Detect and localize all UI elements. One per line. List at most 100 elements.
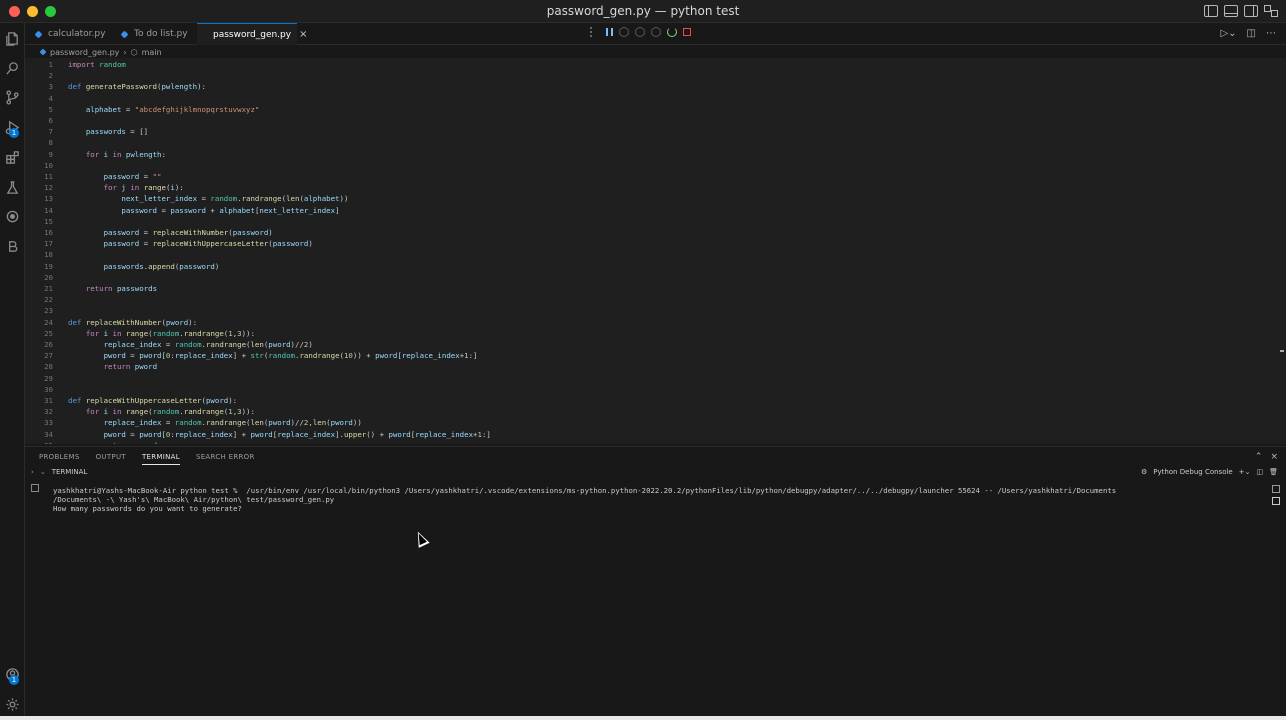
code-text: alphabet = "abcdefghijklmnopqrstuvwxyz" [85,104,260,114]
tab-calculator[interactable]: calculator.py [25,23,111,45]
terminal-decoration-icon[interactable] [31,484,39,492]
code-editor[interactable]: 1 import random 2 3 def generatePassword(pwl… [25,58,1286,444]
code-text: for i in pwlength: [85,149,166,159]
code-line[interactable]: 35 return pword [25,440,1286,444]
stop-icon[interactable] [683,28,691,36]
code-line[interactable]: 8 [25,137,1286,148]
extensions-icon[interactable] [5,150,20,165]
close-tab-icon[interactable]: × [299,29,307,40]
terminal-section-label: TERMINAL [51,468,88,476]
code-line[interactable]: 19 passwords.append(password) [25,261,1286,272]
code-line[interactable]: 22 [25,294,1286,305]
code-line[interactable]: 13 next_letter_index = random.randrange(… [25,193,1286,204]
code-line[interactable]: 24 def replaceWithNumber(pword): [25,317,1286,328]
tab-search-error[interactable]: SEARCH ERROR [196,453,255,465]
code-line[interactable]: 17 password = replaceWithUppercaseLetter… [25,238,1286,249]
maximize-panel-icon[interactable]: ⌃ [1255,452,1263,462]
line-number: 21 [44,284,53,293]
code-line[interactable]: 12 for j in range(i): [25,182,1286,193]
code-text: password = "" [103,172,162,181]
search-icon[interactable] [5,61,20,76]
code-line[interactable]: 16 password = replaceWithNumber(password… [25,227,1286,238]
code-line[interactable]: 33 replace_index = random.randrange(len(… [25,417,1286,428]
code-line[interactable]: 20 [25,272,1286,283]
code-line[interactable]: 1 import random [25,59,1286,70]
code-line[interactable]: 28 return pword [25,361,1286,372]
pause-icon[interactable] [606,28,613,36]
tab-todo-list[interactable]: To do list.py [111,23,197,45]
more-actions-icon[interactable]: ⋯ [1266,28,1276,39]
code-line[interactable]: 6 [25,115,1286,126]
testing-icon[interactable] [5,180,20,195]
toggle-panel-icon[interactable] [1224,5,1238,17]
python-file-icon [34,30,43,38]
code-line[interactable]: 9 for i in pwlength: [25,149,1286,160]
code-line[interactable]: 18 [25,249,1286,260]
new-terminal-icon[interactable]: +⌄ [1239,468,1251,476]
tab-password-gen[interactable]: password_gen.py × [197,23,307,45]
step-out-icon[interactable] [651,27,661,37]
code-line[interactable]: 21 return passwords [25,283,1286,294]
code-line[interactable]: 3 def generatePassword(pwlength): [25,81,1286,92]
step-over-icon[interactable] [619,27,629,37]
terminal-instance: ⚙ Python Debug Console +⌄ ◫ 🗑 [1141,468,1278,476]
line-number: 29 [44,373,53,383]
gear-icon[interactable] [5,697,20,712]
bottom-panel: PROBLEMS OUTPUT TERMINAL SEARCH ERROR ⌃ … [25,446,1286,720]
source-control-icon[interactable] [5,90,20,105]
customize-layout-icon[interactable] [1264,5,1278,17]
line-number: 24 [44,317,53,327]
code-line[interactable]: 2 [25,70,1286,81]
debug-gear-icon: ⚙ [1140,468,1148,476]
tab-output[interactable]: OUTPUT [96,453,126,465]
code-line[interactable]: 5 alphabet = "abcdefghijklmnopqrstuvwxyz… [25,104,1286,115]
line-number: 3 [48,82,53,92]
drag-handle-icon[interactable] [590,27,600,37]
panel-controls: ⌃ × [1255,452,1278,462]
code-line[interactable]: 31 def replaceWithUppercaseLetter(pword): [25,395,1286,406]
split-editor-icon[interactable]: ◫ [1247,28,1256,39]
remote-explorer-icon[interactable] [5,209,20,224]
b-extension-icon[interactable] [5,239,20,254]
tab-label: password_gen.py [213,29,292,40]
code-line[interactable]: 29 [25,373,1286,384]
breadcrumb-file[interactable]: password_gen.py [50,48,119,57]
trash-icon[interactable]: 🗑 [1269,468,1278,476]
terminal-list-item[interactable] [1272,485,1280,493]
terminal-output[interactable]: yashkhatri@Yashs-MacBook-Air python test… [53,486,1116,513]
line-number: 23 [44,306,53,316]
line-number: 10 [44,160,53,170]
code-line[interactable]: 4 [25,93,1286,104]
code-line[interactable]: 11 password = "" [25,171,1286,182]
python-file-icon [39,48,47,56]
code-line[interactable]: 34 pword = pword[0:replace_index] + pwor… [25,429,1286,440]
status-strip [0,716,1286,720]
explorer-icon[interactable] [5,31,20,46]
restart-icon[interactable] [667,27,677,37]
split-terminal-icon[interactable]: ◫ [1256,468,1263,476]
code-line[interactable]: 32 for i in range(random.randrange(1,3))… [25,406,1286,417]
tab-terminal[interactable]: TERMINAL [141,453,180,465]
terminal-instance-label[interactable]: Python Debug Console [1153,468,1233,476]
run-python-icon[interactable]: ▷⌄ [1220,28,1236,39]
code-line[interactable]: 7 passwords = [] [25,126,1286,137]
line-number: 30 [44,384,53,394]
code-line[interactable]: 27 pword = pword[0:replace_index] + str(… [25,350,1286,361]
layout-controls [1204,5,1278,17]
activity-bar: 1 1 [0,23,25,720]
toggle-secondary-sidebar-icon[interactable] [1244,5,1258,17]
step-into-icon[interactable] [635,27,645,37]
terminal-list-item-debug[interactable] [1272,497,1280,505]
code-line[interactable]: 30 [25,384,1286,395]
code-line[interactable]: 14 password = password + alphabet[next_l… [25,205,1286,216]
terminal-section-header[interactable]: › ⌄ TERMINAL [31,468,87,476]
toggle-primary-sidebar-icon[interactable] [1204,5,1218,17]
code-line[interactable]: 15 [25,216,1286,227]
close-panel-icon[interactable]: × [1270,452,1278,462]
code-line[interactable]: 23 [25,305,1286,316]
breadcrumb-symbol[interactable]: main [142,48,162,57]
code-line[interactable]: 25 for i in range(random.randrange(1,3))… [25,328,1286,339]
tab-problems[interactable]: PROBLEMS [39,453,80,465]
code-line[interactable]: 26 replace_index = random.randrange(len(… [25,339,1286,350]
code-line[interactable]: 10 [25,160,1286,171]
